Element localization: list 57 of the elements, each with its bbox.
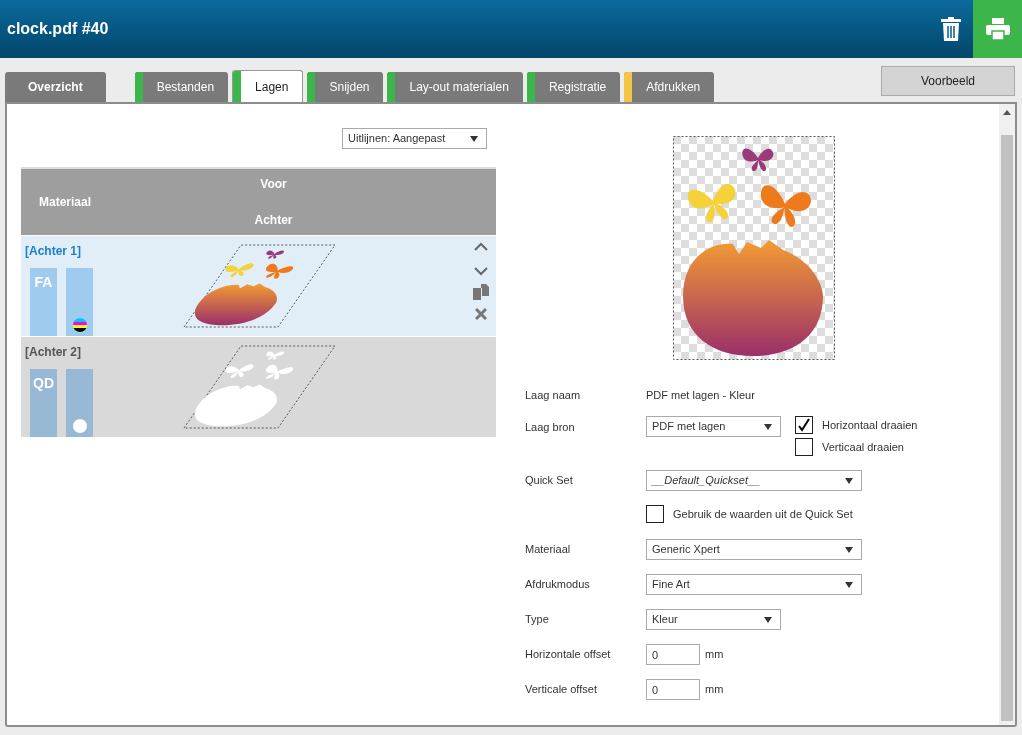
printer-icon: [985, 18, 1010, 40]
unit-label: mm: [705, 647, 724, 663]
checkbox-label: Verticaal draaien: [822, 439, 904, 455]
layer-row[interactable]: [Achter 2] QD: [21, 337, 496, 437]
trash-icon: [940, 17, 961, 41]
checkbox[interactable]: [646, 505, 664, 523]
column-header: Materiaal: [38, 194, 93, 211]
field-label: Quick Set: [525, 473, 574, 489]
field-label: Type: [525, 612, 550, 628]
copy-icon[interactable]: [473, 284, 489, 300]
tab[interactable]: Registratie: [526, 72, 621, 102]
tab[interactable]: Lagen: [232, 70, 304, 102]
scrollbar-thumb[interactable]: [1001, 135, 1013, 721]
material-bar: QD: [30, 369, 57, 437]
column-header: Voor: [260, 176, 287, 193]
caret-icon: [764, 616, 772, 623]
layer-name: [Achter 2]: [25, 344, 82, 361]
move-down-icon[interactable]: [474, 267, 488, 276]
field-label: Materiaal: [525, 542, 572, 558]
column-header: Achter: [254, 212, 293, 229]
layer-name-value: PDF met lagen - Kleur: [646, 387, 755, 403]
material-bar: FA: [30, 268, 57, 336]
preview-tab[interactable]: Voorbeeld: [881, 66, 1015, 96]
field-label: Laag bron: [525, 420, 576, 435]
checkbox-label: Horizontaal draaien: [822, 417, 918, 433]
layer-row[interactable]: [Achter 1] FA: [21, 236, 496, 336]
window-title: clock.pdf #40: [6, 19, 109, 39]
quick-set-dropdown[interactable]: __Default_Quickset__: [646, 470, 862, 491]
layer-name: [Achter 1]: [25, 243, 82, 260]
dropdown[interactable]: Generic Xpert: [646, 539, 862, 560]
caret-icon: [764, 423, 772, 430]
move-up-icon[interactable]: [474, 242, 488, 251]
unit-label: mm: [705, 682, 724, 698]
layer-source-dropdown[interactable]: PDF met lagen: [646, 416, 781, 437]
dropdown[interactable]: Kleur: [646, 609, 781, 630]
caret-icon: [470, 135, 478, 142]
dropdown[interactable]: Fine Art: [646, 574, 862, 595]
delete-icon[interactable]: [475, 308, 487, 320]
checkbox-label: Gebruik de waarden uit de Quick Set: [673, 506, 853, 522]
offset-input[interactable]: 0: [646, 679, 700, 700]
field-label: Verticale offset: [525, 682, 598, 698]
checkbox[interactable]: [795, 438, 813, 456]
checkbox[interactable]: [795, 416, 813, 434]
field-label: Horizontale offset: [525, 647, 612, 663]
field-label: Laag naam: [525, 387, 582, 403]
tab[interactable]: Snijden: [307, 72, 384, 102]
caret-icon: [845, 477, 853, 484]
offset-input[interactable]: 0: [646, 644, 700, 665]
tab[interactable]: Afdrukken: [624, 72, 715, 102]
tab[interactable]: Lay-out materialen: [387, 72, 523, 102]
align-dropdown[interactable]: Uitlijnen: Aangepast: [342, 128, 487, 149]
caret-icon: [845, 581, 853, 588]
field-label: Afdrukmodus: [525, 577, 591, 593]
tab[interactable]: Overzicht: [5, 72, 106, 102]
caret-icon: [845, 546, 853, 553]
tab[interactable]: Bestanden: [134, 72, 229, 102]
scroll-up-icon[interactable]: [1003, 110, 1011, 115]
